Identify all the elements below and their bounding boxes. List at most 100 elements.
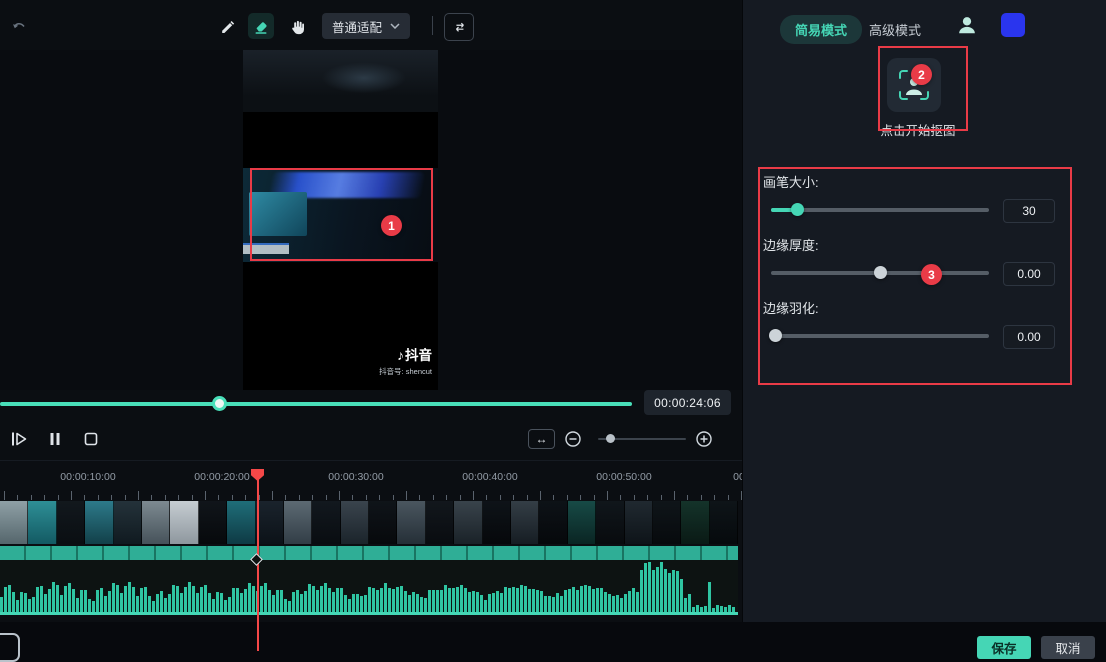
- ruler-tick: [620, 495, 621, 500]
- pen-icon[interactable]: [214, 13, 240, 39]
- edge-feather-value[interactable]: 0.00: [1003, 325, 1055, 349]
- waveform-bar: [180, 593, 183, 612]
- color-swatch-blue[interactable]: [1001, 13, 1025, 37]
- waveform-bar: [528, 589, 531, 613]
- waveform-bar: [184, 587, 187, 612]
- clip-thumbnail: [199, 501, 227, 544]
- waveform-bar: [692, 607, 695, 612]
- watermark-brand: 抖音: [405, 348, 432, 363]
- ruler-tick: [419, 495, 420, 500]
- play-from-start-button[interactable]: [8, 428, 30, 450]
- playback-progress-bar[interactable]: [0, 402, 632, 406]
- waveform-bar: [4, 587, 7, 612]
- undo-icon[interactable]: [6, 13, 32, 39]
- waveform-bar: [216, 592, 219, 612]
- corner-app-icon[interactable]: [0, 633, 20, 662]
- waveform-bar: [492, 593, 495, 612]
- edge-feather-slider[interactable]: [771, 334, 989, 338]
- waveform-bar: [276, 590, 279, 613]
- ruler-tick: [4, 491, 5, 500]
- user-avatar[interactable]: [954, 12, 980, 38]
- audio-track-clip[interactable]: [0, 546, 738, 615]
- waveform-bar: [44, 594, 47, 612]
- tiktok-watermark: ♪抖音 抖音号: shencut: [379, 346, 432, 376]
- ruler-tick: [567, 495, 568, 500]
- fit-mode-select[interactable]: 普通适配: [322, 13, 410, 39]
- waveform-bar: [0, 597, 3, 612]
- waveform-bar: [36, 587, 39, 612]
- waveform-bar: [140, 588, 143, 612]
- stop-button[interactable]: [80, 428, 102, 450]
- waveform-bar: [632, 588, 635, 612]
- brush-size-handle[interactable]: [791, 203, 804, 216]
- waveform-bar: [636, 592, 639, 612]
- waveform-bar: [596, 588, 599, 612]
- clip-thumbnail: [85, 501, 113, 544]
- edge-thickness-handle[interactable]: [874, 266, 887, 279]
- clip-thumbnail: [426, 501, 454, 544]
- ruler-tick: [500, 495, 501, 500]
- ruler-tick: [31, 495, 32, 500]
- waveform-bar: [396, 587, 399, 612]
- edge-thickness-value[interactable]: 0.00: [1003, 262, 1055, 286]
- waveform-bar: [24, 593, 27, 612]
- waveform-bar: [384, 583, 387, 612]
- waveform-bar: [160, 591, 163, 612]
- waveform-bar: [644, 563, 647, 612]
- waveform-bar: [272, 595, 275, 612]
- waveform-bar: [548, 596, 551, 612]
- ruler-tick: [178, 495, 179, 500]
- brush-size-slider[interactable]: [771, 208, 989, 212]
- edge-thickness-slider[interactable]: [771, 271, 989, 275]
- waveform-bar: [448, 588, 451, 613]
- waveform-bar: [304, 591, 307, 612]
- waveform-bar: [52, 582, 55, 613]
- waveform-bar: [92, 601, 95, 612]
- video-canvas[interactable]: ♪抖音 抖音号: shencut: [243, 50, 438, 390]
- zoom-in-button[interactable]: [693, 428, 715, 450]
- tab-simple-mode[interactable]: 简易模式: [780, 15, 862, 44]
- waveform-bar: [244, 589, 247, 612]
- hand-icon[interactable]: [284, 13, 310, 39]
- brush-size-label: 画笔大小:: [763, 172, 819, 191]
- brush-size-value[interactable]: 30: [1003, 199, 1055, 223]
- waveform-bar: [728, 605, 731, 612]
- audio-clip-body: [0, 560, 738, 612]
- clip-thumbnail: [625, 501, 653, 544]
- edge-feather-handle[interactable]: [769, 329, 782, 342]
- save-button[interactable]: 保存: [977, 636, 1031, 659]
- fit-timeline-button[interactable]: ↔: [528, 429, 555, 449]
- eraser-icon[interactable]: [248, 13, 274, 39]
- waveform-bar: [584, 585, 587, 612]
- waveform-bar: [352, 594, 355, 612]
- tab-advanced-mode[interactable]: 高级模式: [863, 20, 927, 39]
- timeline-ruler[interactable]: 00:00:10:0000:00:20:0000:00:30:0000:00:4…: [0, 469, 742, 501]
- pause-button[interactable]: [44, 428, 66, 450]
- timeline-zoom-handle[interactable]: [606, 434, 615, 443]
- waveform-bar: [616, 595, 619, 612]
- waveform-bar: [568, 589, 571, 612]
- cancel-button[interactable]: 取消: [1041, 636, 1095, 659]
- ruler-tick: [513, 495, 514, 500]
- waveform-bar: [392, 589, 395, 612]
- preview-area: ♪抖音 抖音号: shencut 1: [0, 50, 742, 390]
- loop-button[interactable]: [444, 13, 474, 41]
- ruler-tick: [728, 495, 729, 500]
- clip-thumbnail: [284, 501, 312, 544]
- waveform-bar: [376, 590, 379, 613]
- waveform-bar: [284, 599, 287, 612]
- waveform-bar: [512, 587, 515, 612]
- waveform-bar: [540, 591, 543, 612]
- video-track-clip[interactable]: [0, 501, 738, 544]
- playback-progress-handle[interactable]: [212, 396, 227, 411]
- waveform-bar: [488, 594, 491, 612]
- waveform-bar: [120, 593, 123, 612]
- zoom-out-button[interactable]: [562, 428, 584, 450]
- waveform-bar: [292, 592, 295, 613]
- waveform-bar: [348, 599, 351, 612]
- ruler-label: 00:00:50:00: [596, 471, 651, 483]
- waveform-bar: [200, 587, 203, 613]
- ruler-tick: [460, 495, 461, 500]
- ruler-tick: [232, 495, 233, 500]
- waveform-bar: [552, 597, 555, 612]
